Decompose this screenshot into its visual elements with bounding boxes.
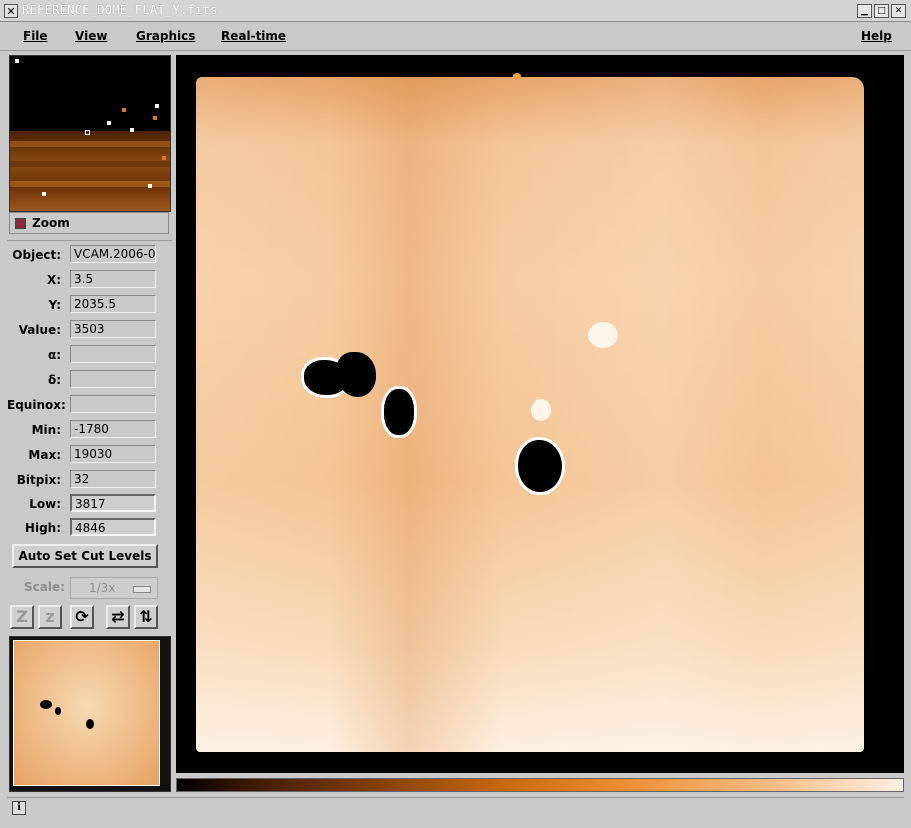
zoom-pixel [153, 116, 157, 120]
bitpix-field[interactable]: 32 [70, 470, 156, 488]
zoom-pixel [148, 184, 152, 188]
zoom-pixel-row [10, 181, 170, 187]
zoom-pixel [107, 121, 111, 125]
panner-view[interactable] [9, 636, 171, 792]
window-title: REFERENCE_DOME_FLAT_Y.fits [22, 3, 218, 17]
high-label: High: [24, 521, 61, 535]
zoom-pixel [130, 128, 134, 132]
min-field[interactable]: -1780 [70, 420, 156, 438]
y-field[interactable]: 2035.5 [70, 295, 156, 313]
scale-select[interactable]: 1/3x [70, 577, 158, 599]
flip-x-icon[interactable]: ⇄ [106, 605, 130, 629]
zoom-pixel [15, 59, 19, 63]
image-blob [518, 440, 562, 492]
menu-realtime[interactable]: Real-time [221, 29, 286, 43]
menu-bar: File View Graphics Real-time Help [0, 22, 911, 51]
scale-label: Scale: [24, 580, 65, 594]
colorbar [176, 778, 904, 792]
rotate-icon[interactable]: ⟳ [70, 605, 94, 629]
bitpix-label: Bitpix: [16, 473, 61, 487]
delta-label: δ: [47, 373, 61, 387]
alpha-field[interactable] [70, 345, 156, 363]
zoom-label: Zoom [32, 216, 70, 230]
zoom-toggle[interactable]: Zoom [9, 212, 169, 234]
zoom-image [10, 131, 170, 211]
minimize-icon[interactable]: ▁ [857, 4, 872, 18]
image-blob [336, 352, 376, 397]
option-menu-indicator-icon [133, 586, 151, 593]
delta-field[interactable] [70, 370, 156, 388]
info-panel: Object: VCAM.2006-0 X: 3.5 Y: 2035.5 Val… [7, 240, 172, 633]
object-field[interactable]: VCAM.2006-0 [70, 245, 156, 263]
min-label: Min: [31, 423, 61, 437]
object-label: Object: [12, 248, 61, 262]
maximize-icon[interactable]: □ [874, 4, 889, 18]
zoom-pixel [162, 156, 166, 160]
dome-flat-image [196, 77, 864, 752]
scale-value: 1/3x [89, 581, 116, 595]
image-bright-patch [588, 322, 618, 348]
y-label: Y: [48, 298, 61, 312]
image-edge-spot [513, 73, 521, 79]
zoom-pixel [42, 192, 46, 196]
zoom-out-icon[interactable]: z [38, 605, 62, 629]
zoom-cursor-icon [85, 130, 90, 135]
x-field[interactable]: 3.5 [70, 270, 156, 288]
zoom-pixel-row [10, 161, 170, 167]
low-label: Low: [29, 497, 61, 511]
zoom-pixel-row [10, 141, 170, 147]
info-icon[interactable]: i [12, 801, 26, 815]
window-close-icon[interactable]: ✕ [891, 4, 906, 18]
value-field[interactable]: 3503 [70, 320, 156, 338]
zoom-checkbox[interactable] [15, 218, 26, 229]
zoom-pixel [155, 104, 159, 108]
image-blob [384, 389, 414, 435]
image-bright-patch [531, 399, 551, 421]
high-input[interactable]: 4846 [70, 518, 156, 536]
max-field[interactable]: 19030 [70, 445, 156, 463]
panner-viewport-box[interactable] [13, 640, 160, 786]
low-input[interactable]: 3817 [70, 494, 156, 512]
max-label: Max: [28, 448, 61, 462]
zoom-view[interactable] [9, 55, 171, 212]
alpha-label: α: [47, 348, 61, 362]
menu-file[interactable]: File [23, 29, 48, 43]
status-bar: i [7, 797, 904, 820]
equinox-field[interactable] [70, 395, 156, 413]
menu-graphics[interactable]: Graphics [136, 29, 195, 43]
title-bar: ✕ REFERENCE_DOME_FLAT_Y.fits ▁ □ ✕ [0, 0, 911, 22]
flip-y-icon[interactable]: ⇅ [134, 605, 158, 629]
image-canvas[interactable] [176, 55, 904, 773]
value-label: Value: [18, 323, 61, 337]
x-label: X: [46, 273, 61, 287]
menu-view[interactable]: View [75, 29, 107, 43]
auto-set-cut-levels-button[interactable]: Auto Set Cut Levels [12, 544, 158, 568]
zoom-pixel [122, 108, 126, 112]
zoom-in-icon[interactable]: Z [10, 605, 34, 629]
menu-help[interactable]: Help [861, 29, 892, 43]
equinox-label: Equinox: [7, 398, 66, 412]
close-icon[interactable]: ✕ [4, 4, 18, 18]
